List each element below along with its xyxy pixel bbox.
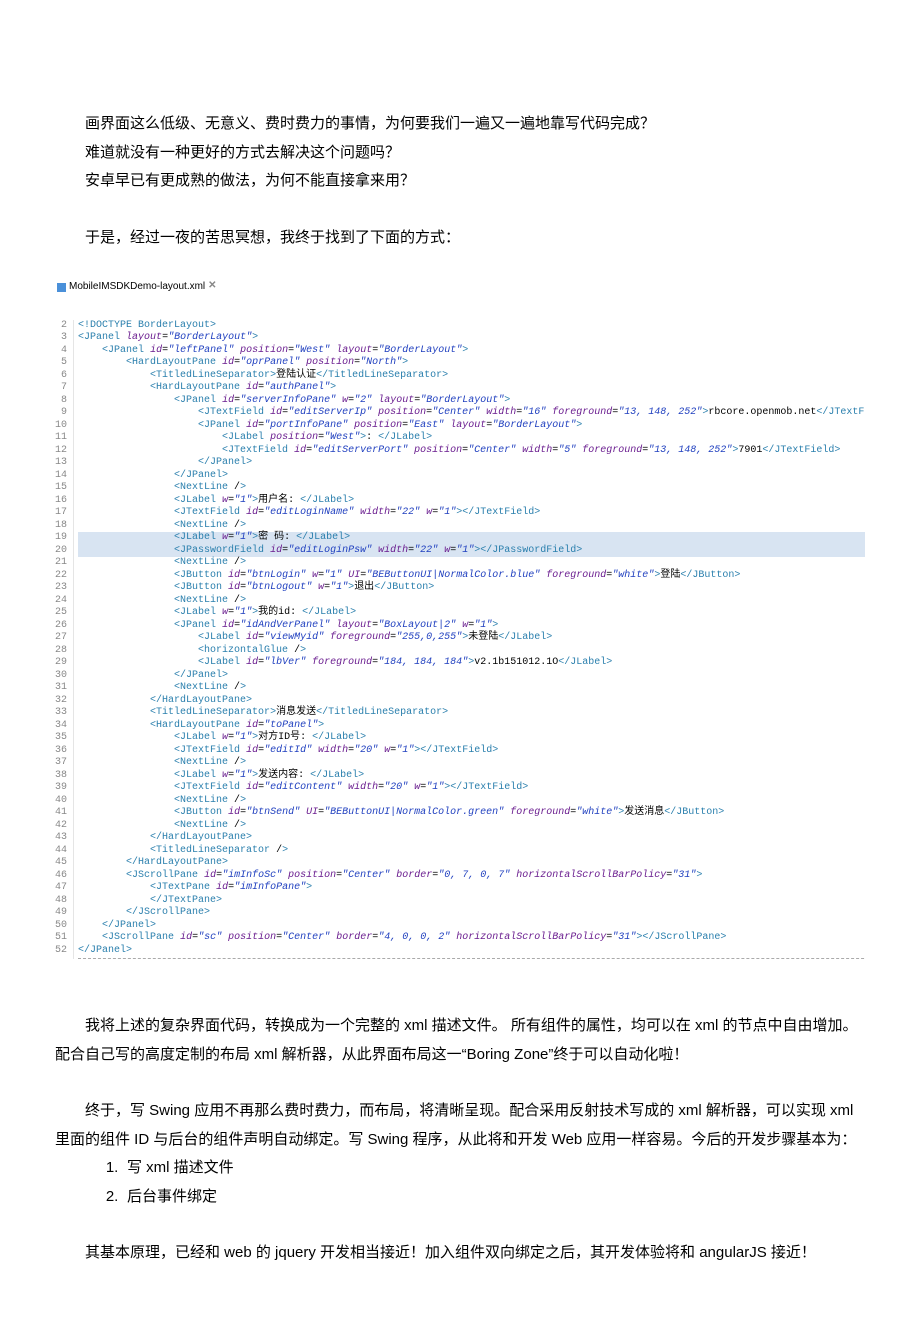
code-line: </JPanel> bbox=[78, 470, 865, 483]
code-line: </JScrollPane> bbox=[78, 907, 865, 920]
steps-list: 写 xml 描述文件 后台事件绑定 bbox=[123, 1154, 866, 1211]
code-line: <NextLine /> bbox=[78, 557, 865, 570]
code-line: </HardLayoutPane> bbox=[78, 695, 865, 708]
code-line: <JPanel id="serverInfoPane" w="2" layout… bbox=[78, 395, 865, 408]
code-line: <NextLine /> bbox=[78, 820, 865, 833]
code-line: <TitledLineSeparator /> bbox=[78, 845, 865, 858]
code-line: <JLabel id="lbVer" foreground="184, 184,… bbox=[78, 657, 865, 670]
code-line: <HardLayoutPane id="oprPanel" position="… bbox=[78, 357, 865, 370]
code-line: <JButton id="btnLogout" w="1">退出</JButto… bbox=[78, 582, 865, 595]
code-line: <horizontalGlue /> bbox=[78, 645, 865, 658]
code-line: <!DOCTYPE BorderLayout> bbox=[78, 320, 865, 333]
code-line: <HardLayoutPane id="toPanel"> bbox=[78, 720, 865, 733]
code-line: </HardLayoutPane> bbox=[78, 832, 865, 845]
code-line: <JTextField id="editLoginName" width="22… bbox=[78, 507, 865, 520]
code-line: <NextLine /> bbox=[78, 757, 865, 770]
code-line: <JPasswordField id="editLoginPsw" width=… bbox=[78, 545, 865, 558]
paragraph-3: 安卓早已有更成熟的做法，为何不能直接拿来用？ bbox=[55, 167, 865, 196]
paragraph-5: 我将上述的复杂界面代码，转换成为一个完整的 xml 描述文件。 所有组件的属性，… bbox=[55, 1012, 865, 1069]
code-line: <JScrollPane id="sc" position="Center" b… bbox=[78, 932, 865, 945]
code-line: <JScrollPane id="imInfoSc" position="Cen… bbox=[78, 870, 865, 883]
code-line: <JLabel w="1">我的id: </JLabel> bbox=[78, 607, 865, 620]
code-line: <TitledLineSeparator>消息发送</TitledLineSep… bbox=[78, 707, 865, 720]
paragraph-6: 终于，写 Swing 应用不再那么费时费力，而布局，将清晰呈现。配合采用反射技术… bbox=[55, 1097, 865, 1154]
code-line: </JPanel> bbox=[78, 945, 865, 958]
code-line: <NextLine /> bbox=[78, 520, 865, 533]
code-line: <NextLine /> bbox=[78, 682, 865, 695]
code-line: <JPanel id="leftPanel" position="West" l… bbox=[78, 345, 865, 358]
editor-tab-bar: MobileIMSDKDemo-layout.xml ✕ bbox=[55, 281, 865, 294]
code-line: <JPanel id="portInfoPane" position="East… bbox=[78, 420, 865, 433]
code-line: <JLabel w="1">用户名: </JLabel> bbox=[78, 495, 865, 508]
paragraph-4: 于是，经过一夜的苦思冥想，我终于找到了下面的方式： bbox=[55, 224, 865, 253]
code-line: <JTextPane id="imInfoPane"> bbox=[78, 882, 865, 895]
paragraph-2: 难道就没有一种更好的方式去解决这个问题吗？ bbox=[55, 139, 865, 168]
code-line: <JLabel position="West">: </JLabel> bbox=[78, 432, 865, 445]
code-line: <JTextField id="editId" width="20" w="1"… bbox=[78, 745, 865, 758]
line-number-gutter: 2345678910111213141516171819202122232425… bbox=[55, 320, 74, 960]
code-line: </JTextPane> bbox=[78, 895, 865, 908]
code-content: <!DOCTYPE BorderLayout><JPanel layout="B… bbox=[74, 320, 865, 960]
code-line: <JLabel w="1">发送内容: </JLabel> bbox=[78, 770, 865, 783]
code-line: <TitledLineSeparator>登陆认证</TitledLineSep… bbox=[78, 370, 865, 383]
paragraph-1: 画界面这么低级、无意义、费时费力的事情，为何要我们一遍又一遍地靠写代码完成？ bbox=[55, 110, 865, 139]
code-line: </JPanel> bbox=[78, 457, 865, 470]
code-line: <HardLayoutPane id="authPanel"> bbox=[78, 382, 865, 395]
code-editor: MobileIMSDKDemo-layout.xml ✕ 23456789101… bbox=[55, 256, 865, 984]
code-line: </JPanel> bbox=[78, 920, 865, 933]
close-icon[interactable]: ✕ bbox=[208, 281, 216, 294]
list-item: 后台事件绑定 bbox=[123, 1183, 866, 1212]
code-line: </JPanel> bbox=[78, 670, 865, 683]
code-line: <NextLine /> bbox=[78, 595, 865, 608]
xml-file-icon bbox=[57, 283, 66, 292]
code-line: </HardLayoutPane> bbox=[78, 857, 865, 870]
paragraph-7: 其基本原理，已经和 web 的 jquery 开发相当接近！加入组件双向绑定之后… bbox=[55, 1239, 865, 1268]
code-line: <NextLine /> bbox=[78, 482, 865, 495]
code-line: <JLabel id="viewMyid" foreground="255,0,… bbox=[78, 632, 865, 645]
code-line: <NextLine /> bbox=[78, 795, 865, 808]
code-line: <JButton id="btnSend" UI="BEButtonUI|Nor… bbox=[78, 807, 865, 820]
code-line: <JLabel w="1">密 码: </JLabel> bbox=[78, 532, 865, 545]
code-line: <JLabel w="1">对方ID号: </JLabel> bbox=[78, 732, 865, 745]
code-line: <JTextField id="editServerPort" position… bbox=[78, 445, 865, 458]
code-line: <JTextField id="editContent" width="20" … bbox=[78, 782, 865, 795]
code-line: <JPanel id="idAndVerPanel" layout="BoxLa… bbox=[78, 620, 865, 633]
code-line: <JPanel layout="BorderLayout"> bbox=[78, 332, 865, 345]
tab-label[interactable]: MobileIMSDKDemo-layout.xml bbox=[69, 281, 205, 294]
code-line: <JButton id="btnLogin" w="1" UI="BEButto… bbox=[78, 570, 865, 583]
list-item: 写 xml 描述文件 bbox=[123, 1154, 866, 1183]
code-line: <JTextField id="editServerIp" position="… bbox=[78, 407, 865, 420]
document-body: 画界面这么低级、无意义、费时费力的事情，为何要我们一遍又一遍地靠写代码完成？ 难… bbox=[55, 110, 865, 1268]
